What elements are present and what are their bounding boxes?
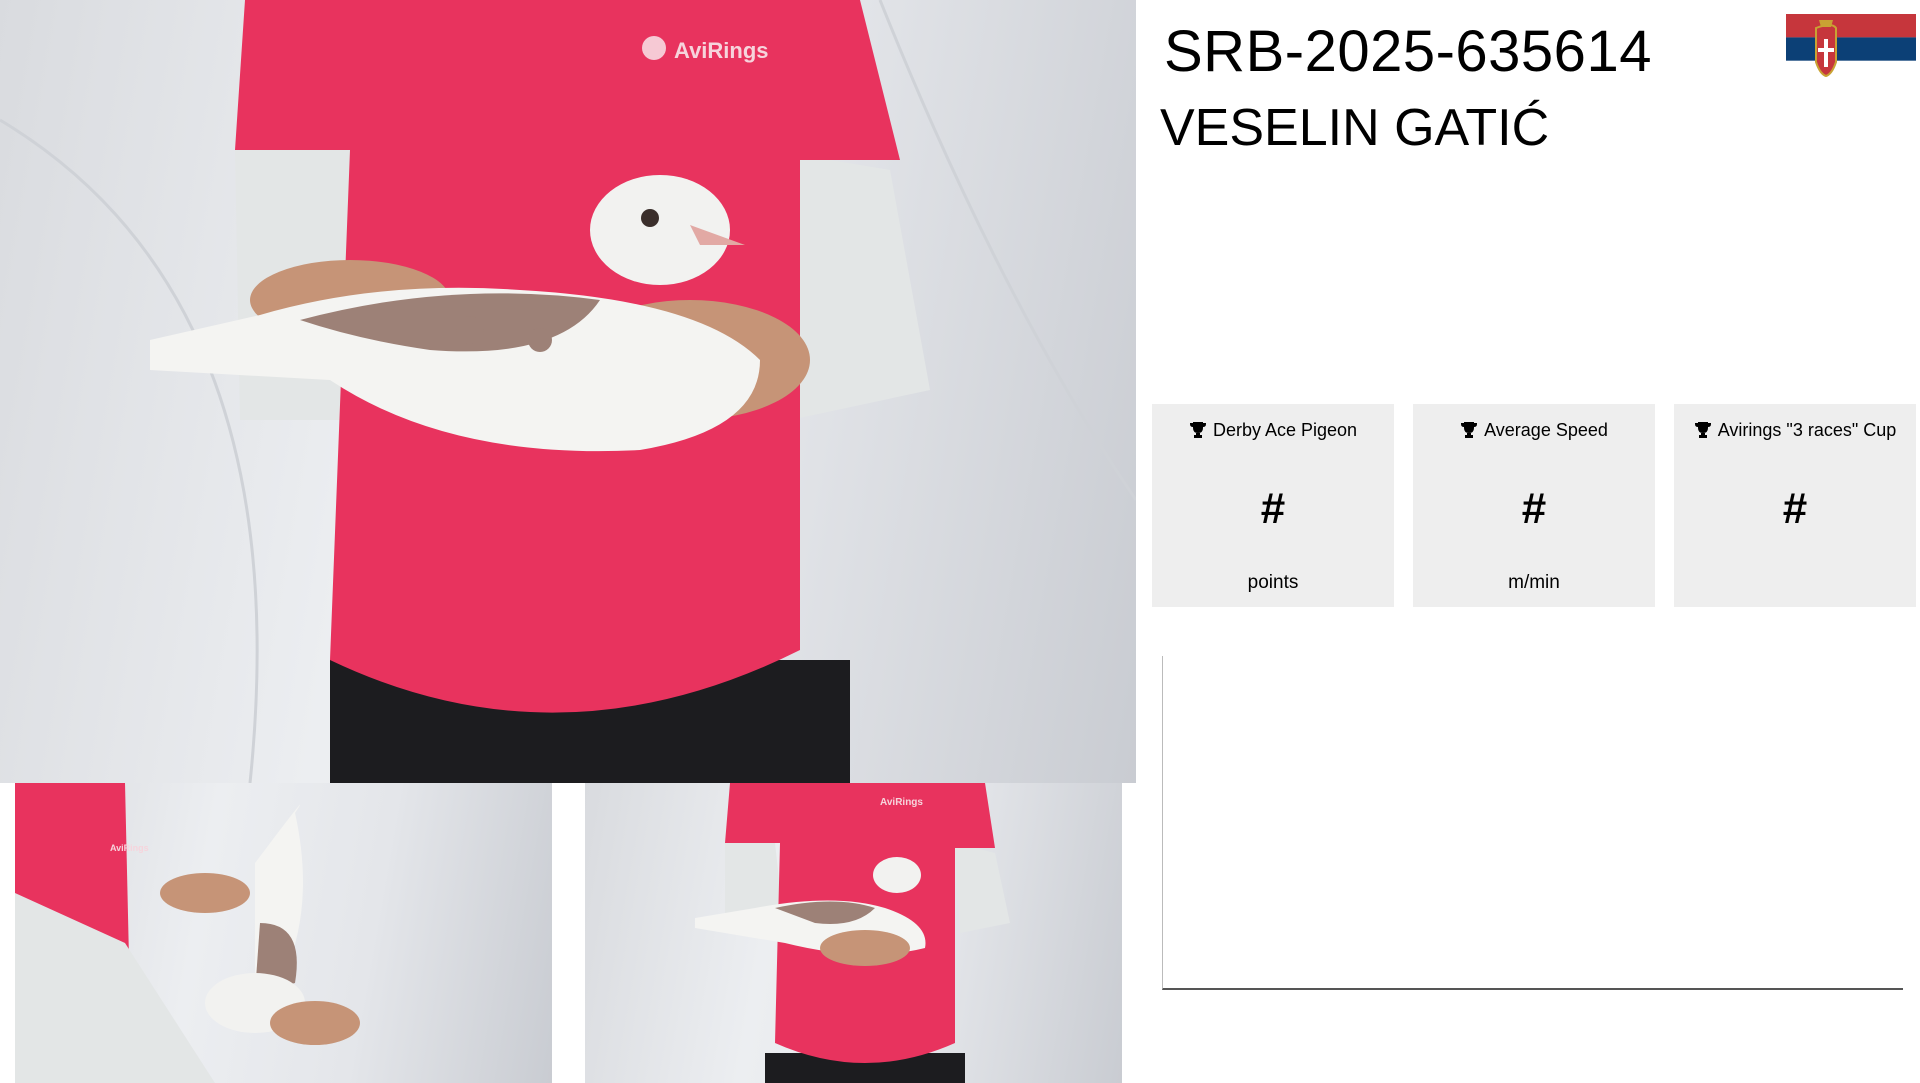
shirt-logo-text: AviRings xyxy=(880,797,923,808)
stat-card-value: # xyxy=(1260,484,1286,533)
stat-card-header: Derby Ace Pigeon xyxy=(1152,420,1394,444)
owner-name: VESELIN GATIĆ xyxy=(1160,99,1550,157)
stat-card-title: Average Speed xyxy=(1484,420,1608,440)
shirt-logo-text: AviRings xyxy=(110,843,149,853)
stat-card-average-speed[interactable]: Average Speed # m/min xyxy=(1413,404,1655,607)
pigeon-photo-main[interactable]: AviRings xyxy=(0,0,1136,783)
ring-number: SRB-2025-635614 xyxy=(1164,19,1652,84)
stat-card-title: Avirings "3 races" Cup xyxy=(1717,420,1897,440)
serbia-flag-icon xyxy=(1786,14,1916,84)
stat-card-header: Average Speed xyxy=(1413,420,1655,444)
pigeon-photo-thumbnail-wing[interactable]: AviRings xyxy=(15,783,552,1083)
results-panel xyxy=(1162,656,1903,990)
trophy-icon xyxy=(1460,421,1478,444)
stat-card-unit: m/min xyxy=(1508,572,1560,593)
stat-card-derby-ace-pigeon[interactable]: Derby Ace Pigeon # points xyxy=(1152,404,1394,607)
pigeon-photo-thumbnail-side[interactable]: AviRings xyxy=(585,783,1122,1083)
stat-card-header: Avirings "3 races" Cup xyxy=(1674,420,1916,444)
trophy-icon xyxy=(1694,421,1712,444)
shirt-logo-text: AviRings xyxy=(674,38,769,63)
stat-card-value: # xyxy=(1782,484,1808,533)
stat-card-title: Derby Ace Pigeon xyxy=(1212,420,1358,440)
trophy-icon xyxy=(1189,421,1207,444)
stat-card-unit: points xyxy=(1247,572,1299,593)
stat-card-value: # xyxy=(1521,484,1547,533)
stat-card-3-races-cup[interactable]: Avirings "3 races" Cup # xyxy=(1674,404,1916,607)
